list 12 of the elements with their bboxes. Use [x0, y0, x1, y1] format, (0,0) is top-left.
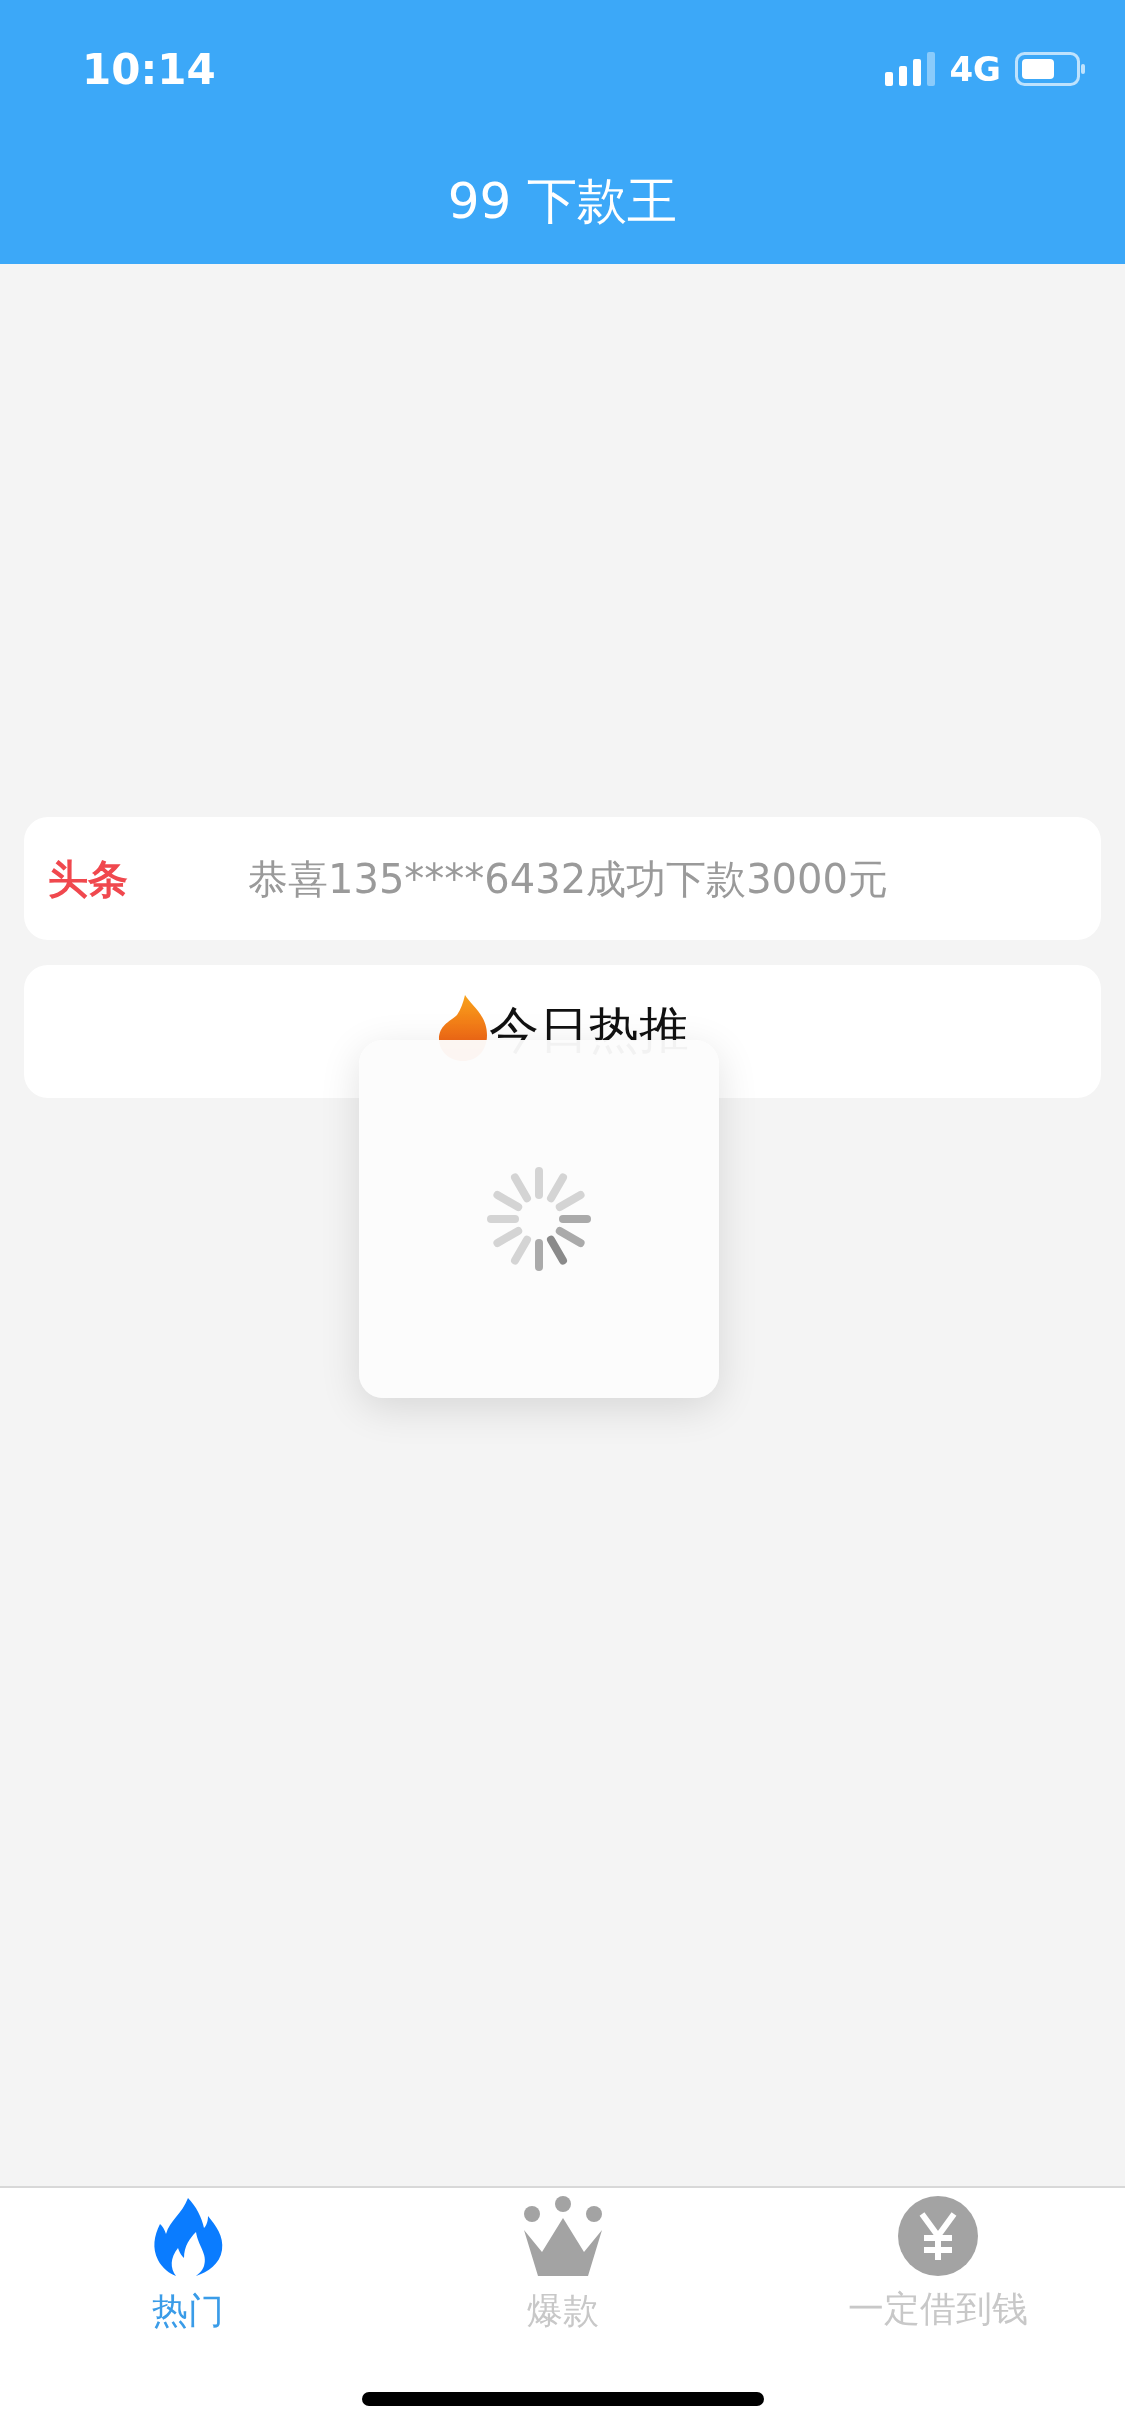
page-title: 99 下款王 — [447, 170, 678, 232]
yen-coin-icon — [897, 2196, 978, 2276]
section-title: 今日热推 — [488, 1000, 689, 1061]
battery-icon — [1015, 52, 1085, 86]
status-time: 10:14 — [82, 43, 216, 96]
signal-icon — [885, 52, 936, 86]
loading-spinner-icon — [486, 1166, 592, 1272]
headline-text: 恭喜135****6432成功下款3000元 — [248, 854, 888, 904]
tab-item[interactable]: 热门 — [0, 2188, 375, 2338]
crown-icon — [521, 2196, 604, 2278]
network-label: 4G — [949, 47, 1001, 91]
headline-label: 头条 — [48, 854, 129, 904]
